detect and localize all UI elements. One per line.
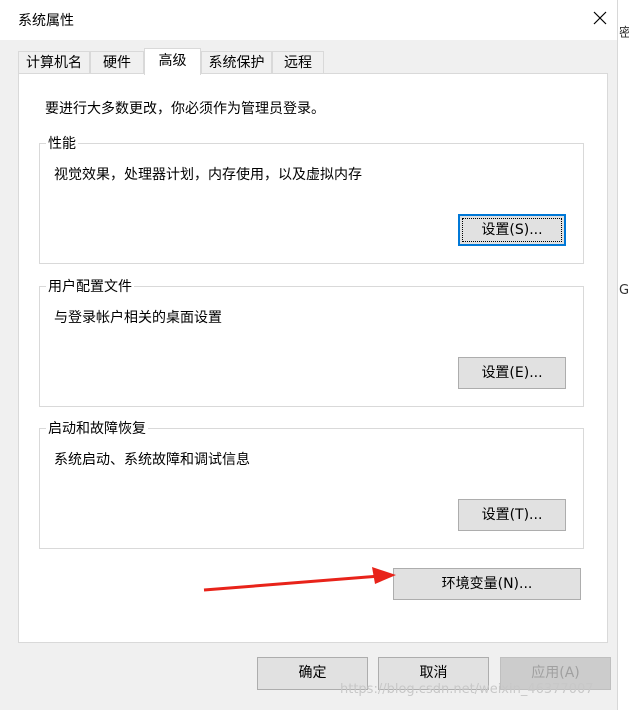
system-properties-dialog: 系统属性 密 G 计算机名 硬件 高级 系统保护 远程 要进行大多数更改，你必须… (0, 0, 629, 710)
performance-title: 性能 (46, 133, 78, 153)
background-text: G (619, 283, 629, 298)
advanced-tab-panel: 要进行大多数更改，你必须作为管理员登录。 性能 视觉效果，处理器计划，内存使用，… (18, 73, 608, 643)
watermark: https://blog.csdn.net/weixin_46377007 (340, 682, 594, 697)
user-profile-description: 与登录帐户相关的桌面设置 (54, 310, 222, 326)
startup-recovery-settings-button[interactable]: 设置(T)... (458, 499, 566, 531)
tab-remote[interactable]: 远程 (272, 51, 324, 74)
title-bar: 系统属性 (0, 0, 629, 40)
performance-group: 性能 视觉效果，处理器计划，内存使用，以及虚拟内存 设置(S)... (39, 133, 584, 264)
background-text: 密 (619, 22, 629, 41)
window-title: 系统属性 (18, 13, 74, 29)
admin-note: 要进行大多数更改，你必须作为管理员登录。 (45, 101, 325, 117)
user-profile-title: 用户配置文件 (46, 276, 134, 296)
tab-computer-name[interactable]: 计算机名 (18, 51, 90, 74)
close-icon (593, 11, 607, 25)
performance-description: 视觉效果，处理器计划，内存使用，以及虚拟内存 (54, 167, 362, 183)
startup-recovery-title: 启动和故障恢复 (46, 418, 148, 438)
tab-advanced[interactable]: 高级 (144, 48, 201, 75)
tab-system-protection[interactable]: 系统保护 (201, 51, 272, 74)
close-button[interactable] (586, 4, 614, 32)
user-profile-settings-button[interactable]: 设置(E)... (458, 357, 566, 389)
startup-recovery-group: 启动和故障恢复 系统启动、系统故障和调试信息 设置(T)... (39, 418, 584, 549)
background-window-edge: 密 G (617, 0, 629, 710)
startup-recovery-description: 系统启动、系统故障和调试信息 (54, 452, 250, 468)
tab-hardware[interactable]: 硬件 (90, 51, 144, 74)
user-profile-group: 用户配置文件 与登录帐户相关的桌面设置 设置(E)... (39, 276, 584, 407)
performance-settings-button[interactable]: 设置(S)... (458, 214, 566, 246)
environment-variables-button[interactable]: 环境变量(N)... (393, 568, 581, 600)
